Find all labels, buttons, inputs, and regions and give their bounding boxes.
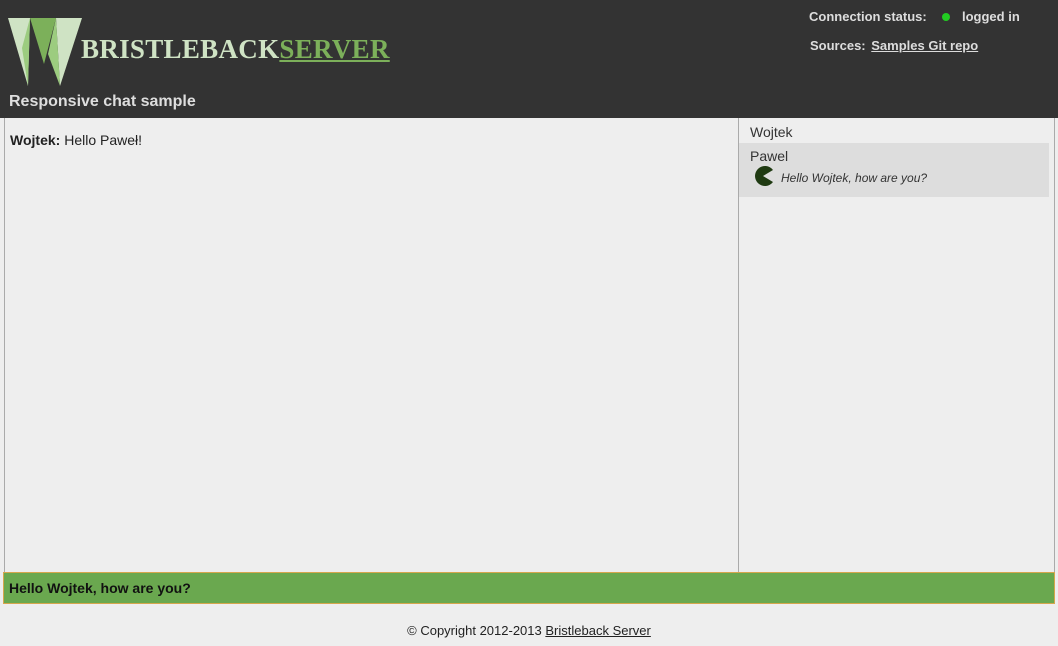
user-list-item-active[interactable]: Pawel Hello Wojtek, how are you?: [739, 143, 1049, 197]
logo-word-server[interactable]: SERVER: [279, 34, 389, 64]
status-dot-icon: [942, 12, 951, 21]
message-input[interactable]: [4, 573, 1054, 603]
users-panel: Wojtek Pawel Hello Wojtek, how are you?: [739, 118, 1055, 572]
copyright-text: © Copyright 2012-2013: [407, 623, 542, 638]
bristleback-server-link[interactable]: Bristleback Server: [545, 623, 650, 638]
message-author: Wojtek:: [10, 132, 61, 148]
pacman-icon: [755, 166, 773, 186]
footer: © Copyright 2012-2013 Bristleback Server: [0, 623, 1058, 638]
chat-messages-panel: Wojtek: Hello Paweł!: [4, 118, 739, 572]
page-subtitle: Responsive chat sample: [9, 93, 196, 110]
chat-message: Wojtek: Hello Paweł!: [10, 132, 142, 148]
connection-status: Connection status: logged in: [809, 9, 1020, 24]
user-name: Wojtek: [750, 124, 793, 140]
header: BRISTLEBACKSERVER Responsive chat sample…: [0, 0, 1058, 118]
sources-label: Sources:: [810, 38, 866, 53]
message-text: Hello Paweł!: [64, 132, 143, 148]
user-name: Pawel: [750, 148, 789, 164]
connection-status-value: logged in: [961, 9, 1020, 24]
logo-w-icon: [8, 18, 82, 86]
typing-indicator-text: Hello Wojtek, how are you?: [781, 171, 928, 185]
message-input-bar: [3, 572, 1055, 604]
connection-status-label: Connection status:: [809, 9, 927, 24]
samples-git-repo-link[interactable]: Samples Git repo: [871, 38, 978, 53]
logo-word-bristleback: BRISTLEBACK: [81, 34, 280, 64]
user-list-item[interactable]: Wojtek: [739, 122, 1049, 144]
sources: Sources: Samples Git repo: [810, 38, 978, 53]
logo-text: BRISTLEBACKSERVER: [81, 34, 390, 65]
